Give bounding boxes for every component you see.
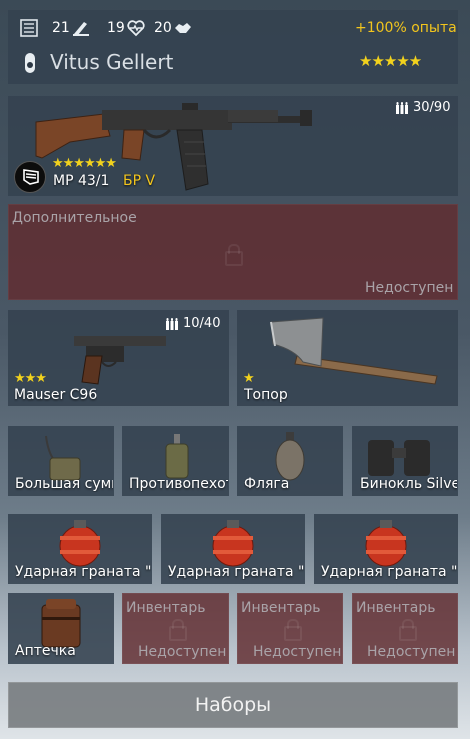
- inventory-locked-label: Инвентарь: [126, 600, 206, 616]
- grenade-name-2: Ударная граната ": [168, 564, 304, 580]
- impact-grenade-icon: [59, 520, 101, 567]
- lock-icon: [169, 619, 187, 641]
- impact-grenade-icon: [212, 520, 254, 567]
- soldier-class-icon: [25, 53, 35, 73]
- grenade-name-1: Ударная граната ": [15, 564, 151, 580]
- soldier-rank-stars: ★★★★★: [359, 52, 422, 70]
- mine-icon: [165, 434, 189, 479]
- inventory-locked-label: Инвентарь: [241, 600, 321, 616]
- kits-button-label: Наборы: [194, 694, 272, 716]
- equipment-name-flask: Фляга: [244, 476, 290, 492]
- equipment-slot-binoculars[interactable]: Бинокль Silverman: [352, 426, 458, 496]
- grenade-slot-1[interactable]: Ударная граната ": [8, 514, 152, 584]
- inventory-slot-medkit[interactable]: Аптечка: [8, 593, 114, 664]
- inventory-name-medkit: Аптечка: [15, 643, 76, 659]
- primary-stars: ★★★★★★: [52, 156, 116, 171]
- equipment-slot-mine[interactable]: Противопехотная мина: [122, 426, 229, 496]
- weapon-class-icon: [23, 169, 39, 185]
- bag-icon: [45, 435, 81, 481]
- equipment-slot-flask[interactable]: Фляга: [237, 426, 343, 496]
- inventory-locked-status: Недоступен: [138, 644, 227, 660]
- primary-weapon-name: MP 43/1: [53, 173, 110, 189]
- inventory-locked-status: Недоступен: [367, 644, 456, 660]
- inventory-slot-locked-3[interactable]: Инвентарь Недоступен: [352, 593, 458, 664]
- inventory-slot-locked-2[interactable]: Инвентарь Недоступен: [237, 593, 343, 664]
- sidearm-stars: ★★★: [14, 371, 46, 386]
- soldier-name[interactable]: Vitus Gellert: [50, 50, 173, 74]
- binoculars-icon: [368, 440, 430, 476]
- kits-button[interactable]: Наборы: [8, 682, 458, 728]
- additional-slot-label: Дополнительное: [12, 210, 137, 226]
- equipment-slot-bag[interactable]: Большая сумка: [8, 426, 114, 496]
- grenade-slot-2[interactable]: Ударная граната ": [161, 514, 305, 584]
- soldier-header: 21 19 20 +100% опыта Vitus Gellert ★★★★★: [8, 10, 458, 84]
- sidearm-ammo-count: 10/40: [183, 316, 221, 331]
- lock-icon: [225, 244, 243, 266]
- melee-stars: ★: [243, 371, 254, 386]
- additional-weapon-slot[interactable]: Дополнительное Недоступен: [8, 204, 458, 300]
- pistol-icon: [74, 336, 166, 385]
- lock-icon: [399, 619, 417, 641]
- equipment-name-binoculars: Бинокль Silverman: [360, 476, 457, 492]
- heart-pulse-icon: [127, 20, 145, 37]
- inventory-locked-status: Недоступен: [253, 644, 342, 660]
- impact-grenade-icon: [365, 520, 407, 567]
- primary-weapon-slot[interactable]: 30/90 ★★★★★★ MP 43/1 БР V: [8, 96, 458, 196]
- sidearm-slot[interactable]: 10/40 ★★★ Mauser C96: [8, 310, 229, 406]
- primary-weapon-br: БР V: [123, 173, 156, 189]
- axe-icon: [270, 317, 438, 385]
- equipment-name-mine: Противопехотная мина: [129, 476, 228, 492]
- bonus-exp-label: +100% опыта: [355, 20, 457, 36]
- melee-slot[interactable]: ★ Топор: [237, 310, 458, 406]
- additional-slot-status: Недоступен: [365, 280, 454, 296]
- ammo-icon: [396, 102, 408, 114]
- primary-ammo-count: 30/90: [413, 100, 451, 115]
- stat-assists-value: 20: [154, 20, 172, 36]
- sidearm-name: Mauser C96: [14, 387, 98, 403]
- grenade-slot-3[interactable]: Ударная граната ": [314, 514, 458, 584]
- handshake-icon: [175, 23, 191, 33]
- skull-icon: [73, 22, 89, 36]
- inventory-slot-locked-1[interactable]: Инвентарь Недоступен: [122, 593, 229, 664]
- medkit-icon: [41, 599, 81, 648]
- flask-icon: [275, 432, 305, 481]
- inventory-locked-label: Инвентарь: [356, 600, 436, 616]
- list-icon[interactable]: [20, 19, 38, 37]
- stat-kills-value: 21: [52, 20, 70, 36]
- equipment-name-bag: Большая сумка: [15, 476, 113, 492]
- grenade-name-3: Ударная граната ": [321, 564, 457, 580]
- melee-name: Топор: [244, 387, 288, 403]
- lock-icon: [284, 619, 302, 641]
- stat-hearts-value: 19: [107, 20, 125, 36]
- weapon-class-badge: [14, 161, 46, 193]
- ammo-icon: [166, 318, 178, 330]
